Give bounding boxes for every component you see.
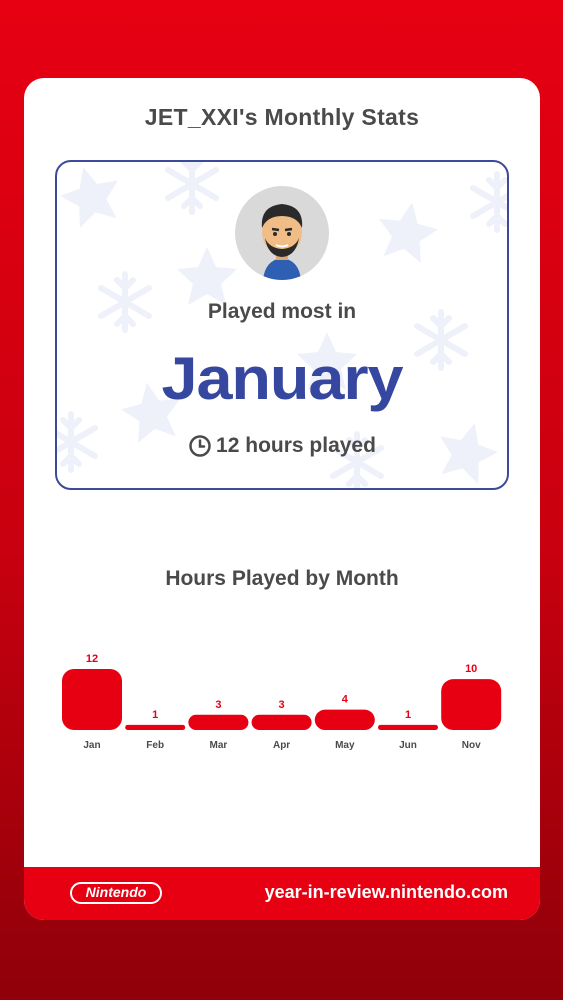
hours-played-line: 12 hours played: [57, 434, 507, 458]
month-tick-label: Feb: [146, 740, 164, 751]
bar-nov: [441, 679, 502, 730]
bar-jun: [378, 724, 438, 730]
footer: Nintendo year-in-review.nintendo.com: [24, 867, 540, 920]
bar-value-label: 12: [86, 653, 98, 665]
month-tick-label: Nov: [462, 740, 481, 751]
hours-played-text: 12 hours played: [216, 434, 376, 457]
nintendo-logo: Nintendo: [70, 882, 162, 904]
footer-url[interactable]: year-in-review.nintendo.com: [265, 882, 508, 903]
bar-may: [314, 709, 375, 730]
page: { "card": { "title": "JET_XXI's Monthly …: [0, 0, 563, 1000]
mii-avatar-icon: [261, 204, 303, 280]
avatar: [235, 186, 329, 280]
bar-value-label: 4: [342, 694, 349, 706]
chart-title: Hours Played by Month: [165, 567, 399, 590]
card-title: JET_XXI's Monthly Stats: [144, 104, 420, 130]
monthly-hours-chart: 12 Jan 1 Feb 3 Mar 3 Apr 4 May 1 Jun 10 Nov: [62, 653, 502, 751]
month-tick-label: Mar: [210, 740, 228, 751]
month-tick-label: May: [335, 740, 355, 751]
bar-value-label: 10: [465, 663, 477, 675]
hero-label: Played most in: [207, 300, 357, 323]
bar-apr: [251, 714, 312, 730]
month-tick-label: Jun: [399, 740, 417, 751]
month-tick-label: Apr: [273, 740, 290, 751]
clock-icon: [189, 435, 211, 457]
bar-value-label: 3: [279, 699, 285, 711]
month-tick-label: Jan: [83, 740, 100, 751]
bar-mar: [188, 714, 249, 730]
bar-value-label: 3: [215, 699, 221, 711]
stats-card: JET_XXI's Monthly Stats Played most in J…: [24, 78, 540, 920]
most-played-panel: Played most in January 12 hours played: [55, 160, 509, 490]
bar-feb: [125, 724, 186, 730]
bar-value-label: 1: [405, 709, 411, 721]
bar-jan: [62, 669, 122, 730]
bar-value-label: 1: [152, 709, 158, 721]
most-played-month: January: [161, 345, 403, 412]
